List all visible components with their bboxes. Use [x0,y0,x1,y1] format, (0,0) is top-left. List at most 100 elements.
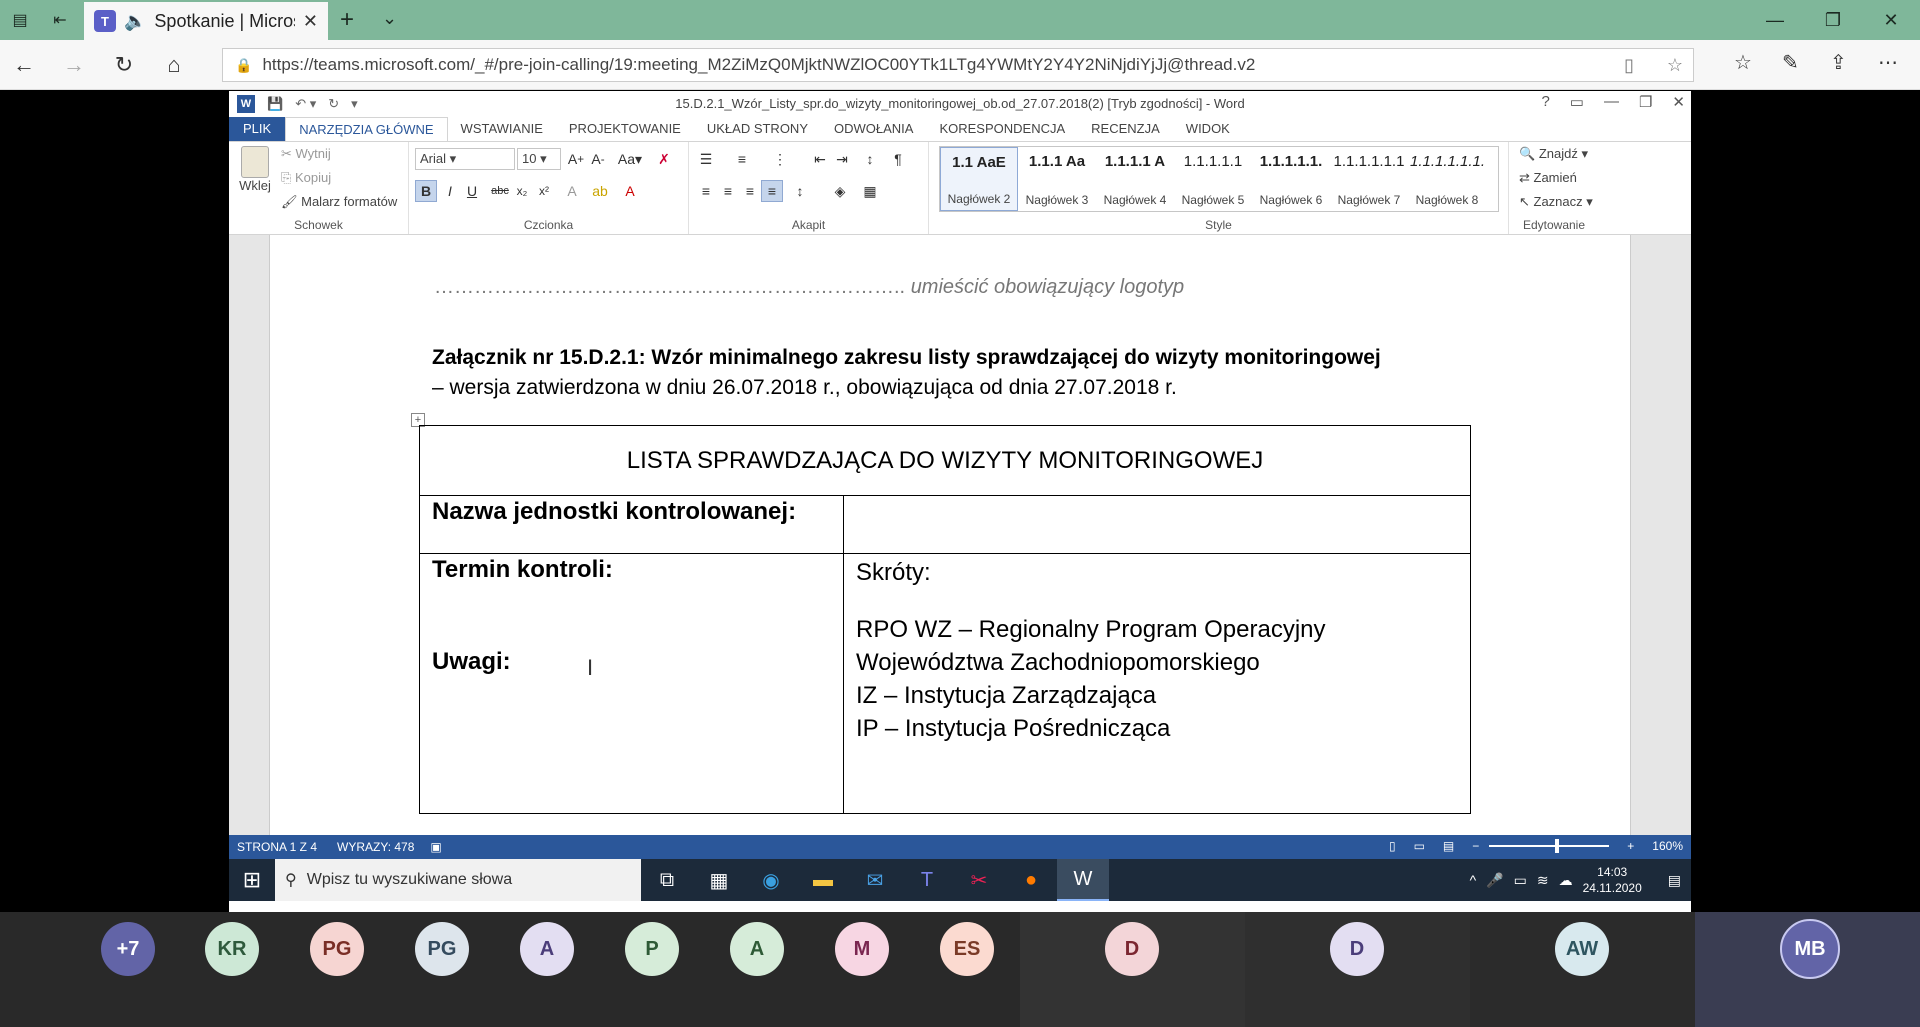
proofing-icon[interactable]: ▣ [430,840,441,854]
teams-taskbar-icon[interactable]: T [901,859,953,901]
tab-mailings[interactable]: KORESPONDENCJA [926,117,1078,141]
file-explorer-icon[interactable]: ▬ [797,859,849,901]
show-hidden-icons-icon[interactable]: ^ [1470,872,1477,888]
browser-tab-active[interactable]: T 🔈 Spotkanie | Microsc ✕ [84,2,328,40]
avatar[interactable]: D [1105,922,1159,976]
microphone-icon[interactable]: 🎤 [1486,872,1503,889]
avatar-self[interactable]: MB [1780,919,1840,979]
avatar[interactable]: PG [310,922,364,976]
style-heading-4[interactable]: 1.1.1.1 A Nagłówek 4 [1096,147,1174,211]
redo-icon[interactable]: ↻ [328,96,339,112]
network-icon[interactable]: ≋ [1537,872,1549,889]
avatar[interactable]: D [1330,922,1384,976]
url-field[interactable]: 🔒 https://teams.microsoft.com/_#/pre-joi… [222,48,1694,82]
tab-layout[interactable]: UKŁAD STRONY [694,117,821,141]
unit-value-cell[interactable] [843,495,1471,554]
sort-icon[interactable]: ↕ [859,148,881,170]
term-notes-cell[interactable]: Termin kontroli: Uwagi: [419,553,844,814]
save-icon[interactable]: 💾 [267,96,283,112]
undo-icon[interactable]: ↶ ▾ [295,96,316,112]
borders-icon[interactable]: ▦ [859,180,881,202]
style-heading-3[interactable]: 1.1.1 Aa Nagłówek 3 [1018,147,1096,211]
close-window-icon[interactable]: ✕ [1862,0,1920,40]
tab-references[interactable]: ODWOŁANIA [821,117,926,141]
mail-icon[interactable]: ✉ [849,859,901,901]
home-icon[interactable]: ⌂ [156,48,192,82]
bold-icon[interactable]: B [415,180,437,202]
word-count[interactable]: WYRAZY: 478 [337,840,414,854]
firefox-icon[interactable]: ● [1005,859,1057,901]
tab-actions-icon[interactable]: ▤ [0,0,40,40]
avatar[interactable]: +7 [101,922,155,976]
justify-icon[interactable]: ≡ [761,180,783,202]
multilevel-list-icon[interactable]: ⋮ [769,148,791,170]
increase-indent-icon[interactable]: ⇥ [831,148,853,170]
select-button[interactable]: ↖ Zaznacz ▾ [1519,194,1593,210]
underline-icon[interactable]: U [461,180,483,202]
new-tab-icon[interactable]: + [340,6,354,34]
avatar[interactable]: KR [205,922,259,976]
favorite-star-icon[interactable]: ☆ [1657,55,1693,76]
back-icon[interactable]: ← [6,48,42,82]
read-mode-icon[interactable]: ▯ [1389,839,1396,853]
snip-icon[interactable]: ✂ [953,859,1005,901]
customize-qat-icon[interactable]: ▾ [351,96,358,112]
more-icon[interactable]: ⋯ [1878,50,1898,75]
print-layout-icon[interactable]: ▭ [1414,839,1425,853]
font-size-field[interactable]: 10 ▾ [517,148,561,170]
tab-home[interactable]: NARZĘDZIA GŁÓWNE [285,117,448,141]
avatar[interactable]: A [730,922,784,976]
onedrive-icon[interactable]: ☁ [1559,872,1573,889]
replace-button[interactable]: ⇄ Zamień [1519,170,1577,186]
notifications-icon[interactable]: ▤ [1668,872,1681,889]
close-tab-icon[interactable]: ✕ [303,11,318,32]
tab-list-chevron-icon[interactable]: ⌄ [382,8,397,29]
line-spacing-icon[interactable]: ↕ [789,180,811,202]
avatar[interactable]: AW [1555,922,1609,976]
show-marks-icon[interactable]: ¶ [887,148,909,170]
help-icon[interactable]: ? [1541,93,1549,111]
edge-icon[interactable]: ◉ [745,859,797,901]
web-layout-icon[interactable]: ▤ [1443,839,1454,853]
align-right-icon[interactable]: ≡ [739,180,761,202]
shading-icon[interactable]: ◈ [829,180,851,202]
paste-button[interactable]: Wklej [237,146,273,193]
document-page[interactable]: …………………………………………………………….. umieścić obowi… [269,235,1631,835]
font-name-field[interactable]: Arial ▾ [415,148,515,170]
forward-icon[interactable]: → [56,48,92,82]
word-restore-icon[interactable]: ❐ [1639,93,1652,111]
style-heading-5[interactable]: 1.1.1.1.1 Nagłówek 5 [1174,147,1252,211]
align-center-icon[interactable]: ≡ [717,180,739,202]
ribbon-display-icon[interactable]: ▭ [1570,93,1584,111]
strikethrough-icon[interactable]: abc [489,180,511,202]
clock[interactable]: 14:03 24.11.2020 [1583,864,1642,896]
zoom-out-icon[interactable]: − [1472,839,1479,853]
cut-button[interactable]: ✂ Wytnij [281,146,331,162]
avatar[interactable]: PG [415,922,469,976]
favorites-icon[interactable]: ☆ [1734,50,1752,75]
change-case-button[interactable]: Aa ▾ [615,148,645,170]
grow-font-icon[interactable]: A + [565,148,587,170]
style-heading-6[interactable]: 1.1.1.1.1. Nagłówek 6 [1252,147,1330,211]
zoom-slider[interactable] [1489,839,1610,853]
avatar[interactable]: M [835,922,889,976]
word-close-icon[interactable]: ✕ [1672,93,1685,111]
task-view-icon[interactable]: ⧉ [641,859,693,901]
avatar[interactable]: A [520,922,574,976]
windows-start-icon[interactable]: ⊞ [229,859,275,901]
decrease-indent-icon[interactable]: ⇤ [809,148,831,170]
style-heading-2[interactable]: 1.1 AaE Nagłówek 2 [940,147,1018,211]
avatar[interactable]: P [625,922,679,976]
superscript-icon[interactable]: x² [533,180,555,202]
avatar[interactable]: ES [940,922,994,976]
font-color-icon[interactable]: A [619,180,641,202]
battery-icon[interactable]: ▭ [1514,872,1527,889]
style-heading-7[interactable]: 1.1.1.1.1.1 Nagłówek 7 [1330,147,1408,211]
share-icon[interactable]: ⇪ [1830,50,1847,75]
word-taskbar-icon[interactable]: W [1057,859,1109,901]
bullets-icon[interactable]: ☰ [695,148,717,170]
pen-icon[interactable]: ✎ [1782,50,1799,75]
calculator-icon[interactable]: ▦ [693,859,745,901]
set-aside-tabs-icon[interactable]: ⇤ [40,0,80,40]
reading-view-icon[interactable]: ▯ [1611,55,1647,76]
